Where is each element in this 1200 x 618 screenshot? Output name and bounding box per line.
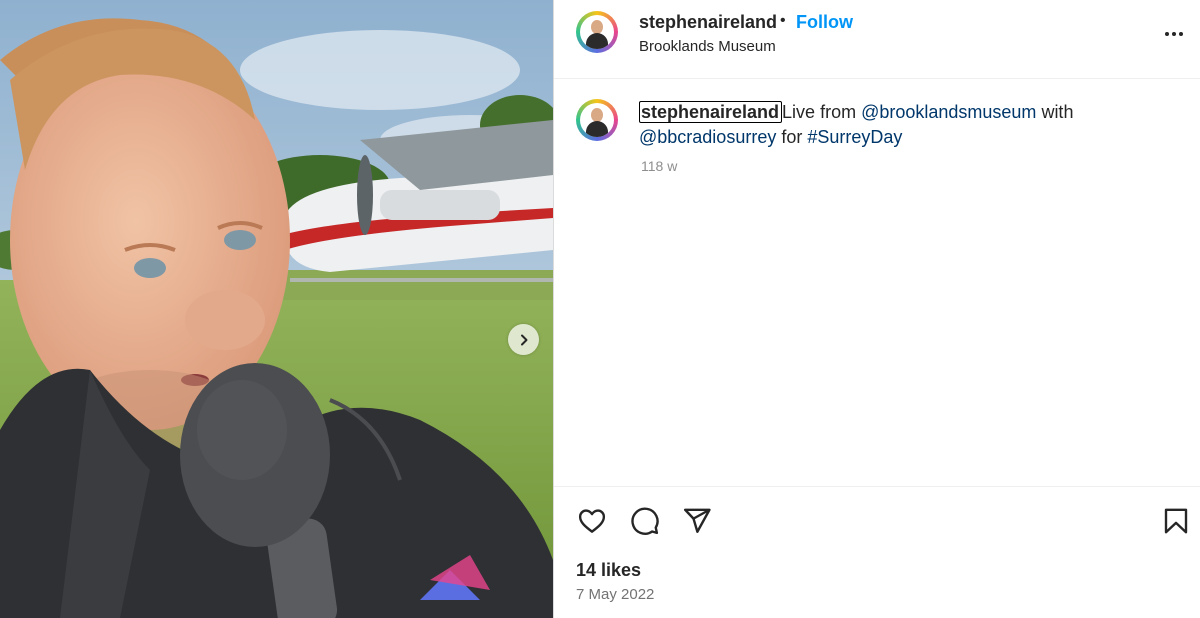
post-caption: stephenaireland Live from @brooklandsmuse… [639,100,1179,150]
next-image-button[interactable] [508,324,539,355]
hashtag-link[interactable]: #SurreyDay [807,127,902,147]
mention-link[interactable]: @brooklandsmuseum [861,102,1036,122]
post-header: stephenaireland • Follow Brooklands Muse… [554,0,1200,79]
post-date: 7 May 2022 [576,586,655,603]
bookmark-icon [1164,508,1188,534]
post-username[interactable]: stephenaireland [639,12,777,33]
comment-icon [631,507,659,535]
caption-text: for [776,127,808,147]
like-button[interactable] [575,504,609,538]
share-button[interactable] [680,504,714,538]
post-photo [0,0,553,618]
actions-divider [554,486,1200,487]
caption-time[interactable]: 118 w [641,158,677,174]
follow-button[interactable]: Follow [796,12,853,33]
caption-text: with [1036,102,1074,122]
more-options-icon[interactable] [1162,24,1186,44]
likes-count[interactable]: 14 likes [576,560,641,581]
avatar[interactable] [576,11,618,53]
chevron-right-icon [520,334,527,345]
mention-link[interactable]: @bbcradiosurrey [639,127,776,147]
heart-icon [578,509,606,533]
caption-username[interactable]: stephenaireland [639,101,783,123]
share-icon [683,508,711,533]
avatar-photo [580,15,614,49]
save-button[interactable] [1159,504,1193,538]
caption-text: Live from [782,102,862,122]
avatar-photo [580,103,614,137]
caption-avatar[interactable] [576,99,618,141]
post-media[interactable] [0,0,553,618]
instagram-post: stephenaireland • Follow Brooklands Muse… [0,0,1200,618]
post-location[interactable]: Brooklands Museum [639,38,776,55]
comment-button[interactable] [628,504,662,538]
separator-dot: • [780,12,786,29]
post-sidebar: stephenaireland • Follow Brooklands Muse… [554,0,1200,618]
